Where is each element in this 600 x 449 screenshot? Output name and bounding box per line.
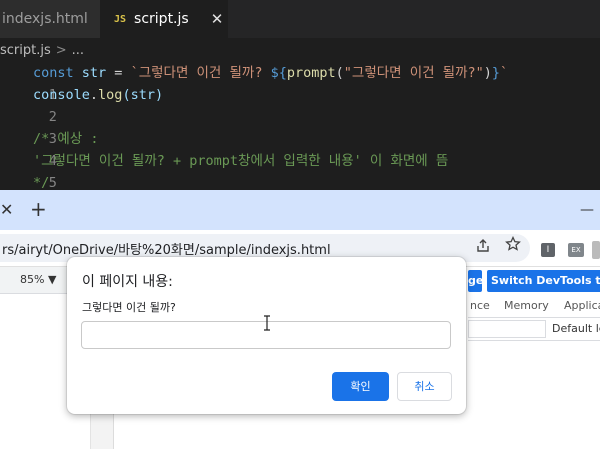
chevron-right-icon: > bbox=[55, 42, 67, 58]
tab-label: indexjs.html bbox=[2, 11, 88, 27]
code-template-open: ${ bbox=[270, 65, 287, 81]
breadcrumb: script.js > ... bbox=[0, 40, 84, 60]
dialog-title: 이 페이지 내용: bbox=[82, 274, 173, 290]
devtools-language-button[interactable]: ge bbox=[468, 270, 482, 292]
js-file-icon: JS bbox=[114, 13, 127, 25]
code-operator: = bbox=[106, 65, 131, 81]
devtools-panel: ge Switch DevTools to Ko nce Memory Appl… bbox=[468, 267, 600, 449]
zoom-select[interactable]: 85% ▼ bbox=[20, 273, 56, 286]
share-icon[interactable] bbox=[476, 239, 490, 257]
code-line: 4 /* 예상 : bbox=[0, 128, 600, 169]
switch-devtools-language-button[interactable]: Switch DevTools to Ko bbox=[487, 270, 600, 292]
code-keyword: const bbox=[33, 65, 74, 81]
code-variable: str bbox=[81, 65, 107, 81]
browser-tab-strip: ✕ + — bbox=[0, 190, 600, 230]
filter-input[interactable] bbox=[468, 320, 546, 338]
code-template-tick: ` bbox=[500, 65, 509, 81]
code-dot: . bbox=[89, 87, 99, 103]
code-function: prompt bbox=[286, 65, 336, 81]
tab-label: script.js bbox=[134, 11, 189, 27]
close-icon[interactable]: ✕ bbox=[211, 10, 224, 28]
code-line: 2 console.log(str) bbox=[0, 84, 600, 125]
ok-button[interactable]: 확인 bbox=[332, 372, 389, 401]
url-text: rs/airyt/OneDrive/바탕%20화면/sample/indexjs… bbox=[2, 242, 331, 258]
code-string: 그렇다면 이건 될까? bbox=[138, 65, 271, 81]
tab-memory[interactable]: Memory bbox=[504, 299, 549, 312]
devtools-tabs: nce Memory Applica bbox=[468, 295, 600, 318]
code-comment: '그렇다면 이건 될까? + prompt창에서 입력한 내용' 이 화면에 뜸 bbox=[33, 153, 449, 169]
code-editor: indexjs.html JS script.js ✕ script.js > … bbox=[0, 0, 600, 213]
code-string-arg: "그렇다면 이건 될까?" bbox=[343, 65, 484, 81]
log-level-select[interactable]: Default lev bbox=[552, 322, 600, 335]
bookmark-star-icon[interactable] bbox=[505, 235, 521, 257]
cancel-button[interactable]: 취소 bbox=[397, 372, 452, 401]
prompt-dialog: 이 페이지 내용: 그렇다면 이건 될까? 확인 취소 bbox=[67, 257, 466, 414]
code-comment: /* 예상 : bbox=[33, 131, 99, 147]
tab-script-js[interactable]: JS script.js ✕ bbox=[100, 0, 228, 38]
button-label: ge bbox=[468, 274, 482, 287]
tab-indexjs-html[interactable]: indexjs.html bbox=[0, 0, 100, 38]
breadcrumb-rest[interactable]: ... bbox=[72, 43, 84, 58]
dialog-message: 그렇다면 이건 될까? bbox=[82, 301, 176, 314]
code-line: 1 const str = `그렇다면 이건 될까? ${prompt("그렇다… bbox=[0, 62, 600, 103]
button-label: Switch DevTools to Ko bbox=[491, 274, 600, 287]
extension-puzzle-icon[interactable] bbox=[592, 241, 600, 259]
code-area[interactable]: 1 const str = `그렇다면 이건 될까? ${prompt("그렇다… bbox=[0, 62, 600, 213]
extension-ex-icon[interactable]: EX bbox=[568, 243, 584, 257]
code-paren: ) bbox=[483, 65, 492, 81]
minimize-icon[interactable]: — bbox=[580, 202, 594, 218]
code-line: 5 '그렇다면 이건 될까? + prompt창에서 입력한 내용' 이 화면에… bbox=[0, 150, 600, 191]
code-line: 3 bbox=[0, 106, 600, 147]
editor-tab-bar: indexjs.html JS script.js ✕ bbox=[0, 0, 600, 38]
console-filter-bar: Default lev bbox=[468, 318, 600, 341]
code-args: (str) bbox=[122, 87, 164, 103]
code-template-close: } bbox=[491, 65, 501, 81]
text-cursor-icon bbox=[262, 315, 272, 335]
tab-performance[interactable]: nce bbox=[470, 299, 490, 312]
code-object: console bbox=[33, 87, 90, 103]
breadcrumb-file[interactable]: script.js bbox=[0, 43, 51, 58]
tab-application[interactable]: Applica bbox=[564, 299, 600, 312]
code-template-tick: ` bbox=[130, 65, 139, 81]
code-function: log bbox=[98, 87, 123, 103]
close-tab-icon[interactable]: ✕ bbox=[0, 200, 13, 219]
new-tab-button[interactable]: + bbox=[30, 197, 47, 221]
extension-icon[interactable]: I bbox=[541, 243, 555, 257]
code-paren: ( bbox=[335, 65, 344, 81]
